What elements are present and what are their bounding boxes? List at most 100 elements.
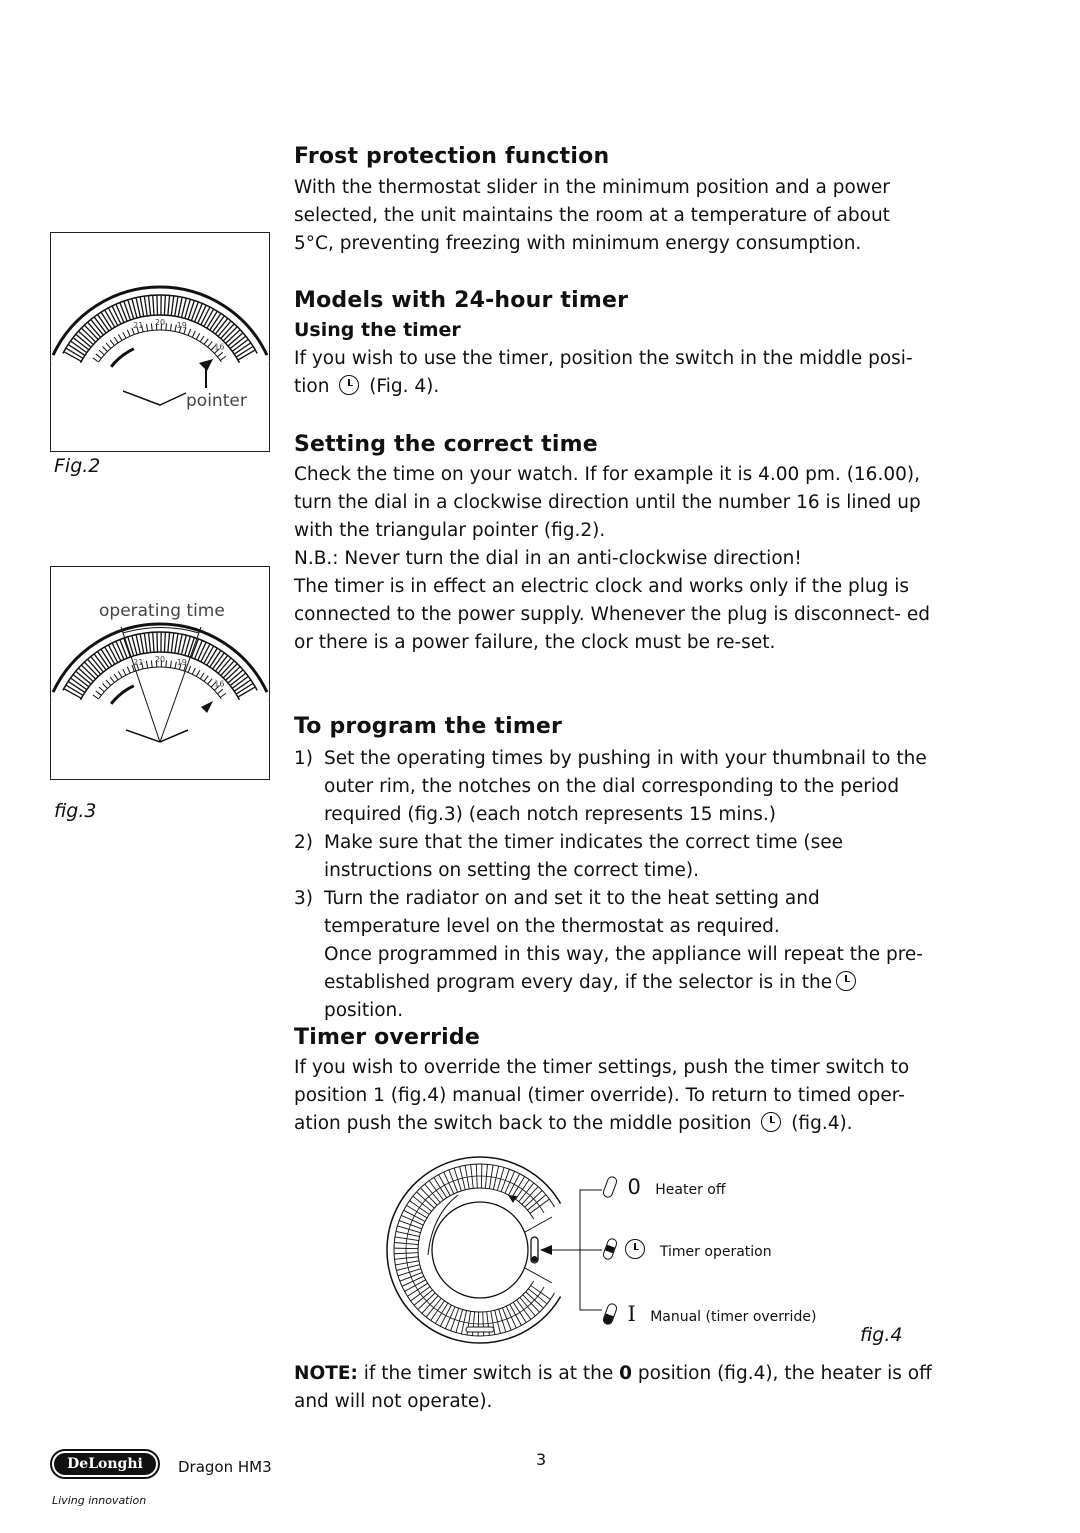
triangular-pointer-icon (201, 701, 213, 713)
timer-segment (410, 1286, 431, 1302)
dial-notch (115, 303, 125, 323)
program-step: 1) Set the operating times by pushing in … (294, 745, 934, 829)
symbol-zero: 0 (627, 1175, 641, 1199)
dial-tick (126, 329, 131, 337)
dial-notch (193, 303, 203, 323)
dial-tick (105, 679, 112, 686)
timer-segment (396, 1264, 420, 1271)
dial-notch (163, 295, 167, 316)
timer-segment (394, 1247, 419, 1250)
dial-tick (165, 660, 167, 668)
dial-notch (156, 632, 159, 653)
dial-tick (98, 349, 105, 356)
heading-setting-time: Setting the correct time (294, 432, 598, 457)
dial-notch (156, 295, 159, 316)
brand-tagline: Living innovation (52, 1494, 147, 1507)
dial-tick (150, 323, 153, 331)
dial-notch (143, 633, 148, 654)
program-note-text: Once programmed in this way, the applian… (324, 944, 923, 993)
subheading-using-timer: Using the timer (294, 319, 461, 341)
step-number: 3) (294, 888, 313, 909)
dial-notch (167, 632, 171, 653)
timer-segment (406, 1205, 428, 1219)
dial-tick (199, 672, 205, 680)
note-label: NOTE: (294, 1363, 358, 1384)
step-text: Make sure that the timer indicates the c… (324, 832, 844, 881)
dial-tick (187, 665, 192, 673)
dial-notch (197, 304, 207, 324)
dial-notch (115, 640, 125, 660)
dial-notch (177, 297, 183, 317)
step-text: Turn the radiator on and set it to the h… (324, 888, 820, 937)
timer-segment (435, 1302, 449, 1324)
timer-segment (508, 1173, 521, 1196)
dial-tick (122, 331, 127, 339)
clockwise-arrow (109, 347, 135, 368)
dial-notch (177, 634, 183, 654)
timer-segment (516, 1299, 532, 1320)
dial-tick (122, 668, 127, 676)
fig2-caption: Fig.2 (54, 455, 101, 477)
clock-icon (625, 1239, 646, 1259)
fig3-box: 21 20 19 16 operating time (46, 566, 274, 780)
switch-icon-on (601, 1301, 619, 1327)
timer-segment (444, 1306, 456, 1329)
cutout-edge-bottom (524, 1267, 553, 1284)
dial-tick (219, 355, 227, 361)
dial-tick (109, 676, 115, 683)
note-text: NOTE: if the timer switch is at the 0 po… (294, 1360, 934, 1416)
fig3-operating-time-label: operating time (99, 601, 225, 621)
setting-time-para-1: Check the time on your watch. If for exa… (294, 464, 921, 541)
dial-notch (63, 688, 82, 699)
dial-tick (113, 336, 119, 344)
dial-number: 20 (155, 655, 165, 664)
dial-tick (109, 339, 115, 346)
dial-notch (174, 296, 179, 317)
heading-program-timer: To program the timer (294, 714, 563, 739)
dial-tick (191, 667, 196, 675)
dial-number: 19 (177, 321, 187, 330)
timer-slot (465, 1326, 495, 1333)
dial-notch (163, 632, 167, 653)
program-steps: 1) Set the operating times by pushing in … (294, 745, 934, 1025)
timer-segment (515, 1179, 530, 1200)
dial-notch (147, 632, 152, 653)
timer-segment (407, 1282, 428, 1297)
brand-logo-text: DeLonghi (54, 1453, 156, 1475)
heading-frost-protection: Frost protection function (294, 144, 610, 169)
dial-tick (126, 666, 131, 674)
timer-segment (504, 1171, 516, 1194)
dial-notch (139, 633, 145, 654)
timer-center-disc (431, 1201, 529, 1299)
setting-time-warning: N.B.: Never turn the dial in an anti-clo… (294, 548, 802, 569)
clock-icon (761, 1112, 782, 1132)
note-zero: 0 (619, 1363, 633, 1384)
dial-tick (187, 328, 192, 336)
legend-heater-off: 0 Heater off (601, 1174, 726, 1200)
dial-tick (92, 357, 99, 363)
legend-label: Heater off (655, 1182, 726, 1198)
timer-override-text: If you wish to override the timer settin… (294, 1054, 934, 1138)
dial-notch (203, 645, 215, 664)
dial-notch (152, 295, 155, 316)
step-text: Set the operating times by pushing in wi… (324, 748, 927, 825)
dial-scale (98, 666, 222, 700)
brand-logo: DeLonghi (50, 1449, 160, 1479)
program-note-end: position. (324, 1000, 404, 1021)
dial-notch (170, 295, 175, 316)
program-step: 2) Make sure that the timer indicates the… (294, 829, 934, 885)
dial-tick (199, 335, 205, 343)
dial-tick (203, 675, 209, 682)
legend-label: Manual (timer override) (650, 1309, 817, 1325)
timer-segment (409, 1200, 430, 1215)
timer-segment (494, 1310, 501, 1334)
timer-segment (509, 1304, 522, 1326)
dial-notch (152, 632, 155, 653)
timer-segment (530, 1285, 551, 1300)
frost-protection-text: With the thermostat slider in the minimu… (294, 177, 890, 254)
dial-notch (167, 295, 171, 316)
dial-tick (169, 660, 172, 668)
step-number: 2) (294, 832, 313, 853)
timer-segment (475, 1164, 478, 1189)
dial-number: 19 (177, 658, 187, 667)
